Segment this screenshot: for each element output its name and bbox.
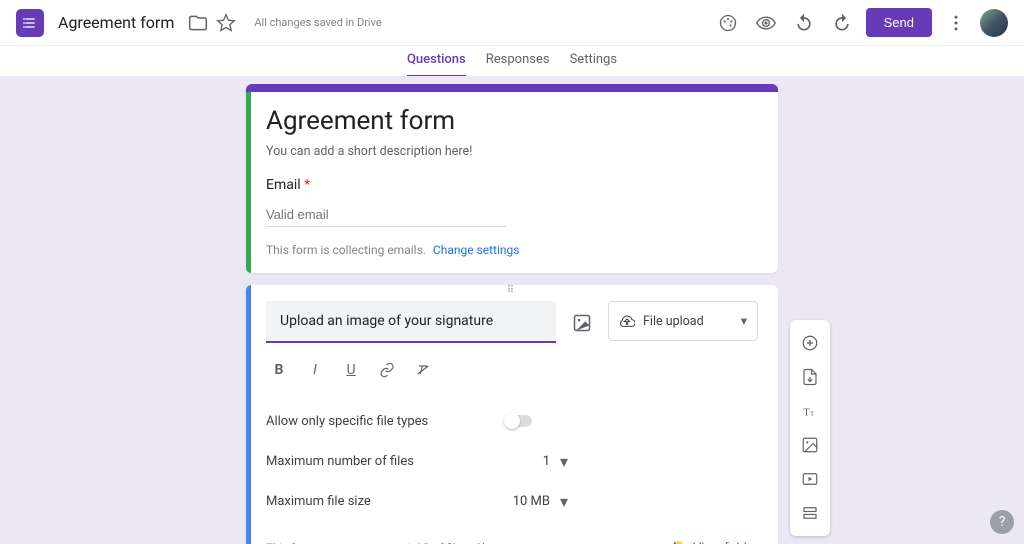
chevron-down-icon: ▾ (741, 313, 747, 329)
drag-handle-icon[interactable]: ⠿ (246, 285, 778, 301)
import-questions-button[interactable] (790, 360, 830, 394)
side-toolbar: TT (790, 320, 830, 536)
question-title-input[interactable]: Upload an image of your signature (266, 301, 556, 343)
collecting-emails-note: This form is collecting emails. Change s… (266, 243, 758, 257)
preview-icon[interactable] (752, 9, 780, 37)
help-button[interactable]: ? (990, 510, 1014, 534)
add-question-button[interactable] (790, 326, 830, 360)
format-toolbar: B I U (246, 349, 778, 395)
underline-button[interactable]: U (340, 359, 362, 381)
add-image-button[interactable] (790, 428, 830, 462)
max-size-value: 10 MB (506, 494, 550, 509)
tab-settings[interactable]: Settings (570, 52, 617, 75)
document-title[interactable]: Agreement form (58, 13, 174, 32)
form-header-card[interactable]: Agreement form You can add a short descr… (246, 84, 778, 273)
question-type-label: File upload (643, 314, 704, 329)
forms-logo[interactable] (16, 9, 44, 37)
form-canvas: Agreement form You can add a short descr… (0, 76, 1024, 544)
tab-questions[interactable]: Questions (407, 52, 466, 78)
question-type-select[interactable]: File upload ▾ (608, 301, 758, 341)
send-button[interactable]: Send (866, 8, 932, 37)
allow-specific-label: Allow only specific file types (266, 414, 506, 429)
email-label: Email * (266, 177, 758, 193)
header-bar: Agreement form All changes saved in Driv… (0, 0, 1024, 46)
max-size-label: Maximum file size (266, 494, 506, 509)
max-files-dropdown[interactable]: ▾ (560, 452, 568, 471)
svg-text:T: T (803, 408, 810, 419)
max-files-value: 1 (506, 454, 550, 469)
add-section-button[interactable] (790, 496, 830, 530)
star-icon[interactable] (212, 9, 240, 37)
form-title[interactable]: Agreement form (266, 106, 758, 136)
undo-icon[interactable] (790, 9, 818, 37)
folder-icon[interactable] (184, 9, 212, 37)
account-avatar[interactable] (980, 9, 1008, 37)
bold-button[interactable]: B (268, 359, 290, 381)
italic-button[interactable]: I (304, 359, 326, 381)
change-settings-link[interactable]: Change settings (433, 243, 520, 257)
more-icon[interactable] (942, 9, 970, 37)
clear-format-button[interactable] (412, 359, 434, 381)
add-image-icon[interactable] (568, 309, 596, 337)
add-video-button[interactable] (790, 462, 830, 496)
link-button[interactable] (376, 359, 398, 381)
form-description[interactable]: You can add a short description here! (266, 144, 758, 159)
max-size-dropdown[interactable]: ▾ (560, 492, 568, 511)
email-input (266, 203, 506, 227)
view-folder-button[interactable]: View folder (669, 539, 758, 544)
tab-responses[interactable]: Responses (486, 52, 550, 75)
add-title-button[interactable]: TT (790, 394, 830, 428)
cloud-upload-icon (619, 313, 635, 329)
question-card[interactable]: ⠿ Upload an image of your signature File… (246, 285, 778, 544)
svg-text:T: T (810, 411, 815, 418)
max-files-label: Maximum number of files (266, 454, 506, 469)
save-status: All changes saved in Drive (254, 16, 381, 29)
drive-icon (669, 539, 687, 544)
redo-icon[interactable] (828, 9, 856, 37)
tabs-bar: Questions Responses Settings (0, 46, 1024, 76)
customize-theme-icon[interactable] (714, 9, 742, 37)
allow-specific-toggle[interactable] (506, 415, 532, 427)
